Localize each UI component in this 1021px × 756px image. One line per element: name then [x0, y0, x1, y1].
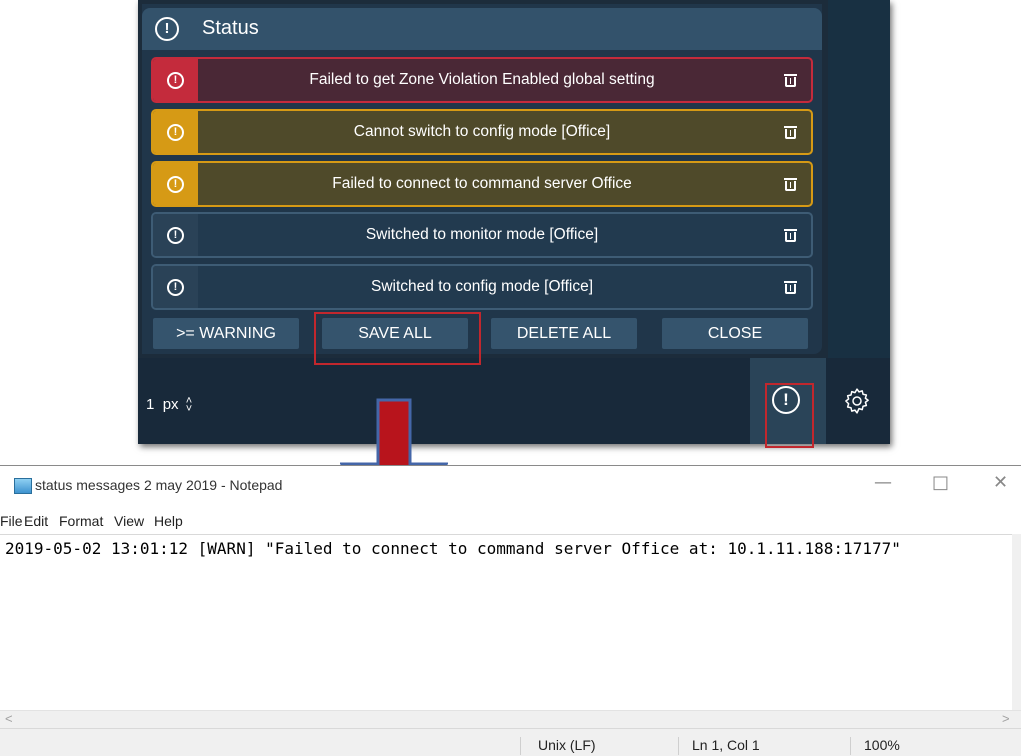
vertical-scrollbar[interactable]	[1012, 534, 1021, 710]
menu-edit[interactable]: Edit	[24, 513, 48, 529]
save-all-highlight	[314, 312, 481, 365]
info-severity-marker: !	[153, 214, 198, 256]
status-message: ! Cannot switch to config mode [Office]	[151, 109, 813, 155]
status-title: Status	[202, 17, 259, 39]
alert-circle-icon: !	[155, 17, 179, 41]
notepad-titlebar: status messages 2 may 2019 - Notepad — □…	[0, 466, 1021, 502]
status-header: ! Status	[142, 8, 822, 50]
alert-circle-icon: !	[167, 71, 184, 89]
line-ending: Unix (LF)	[538, 737, 596, 753]
size-unit: px	[162, 396, 179, 413]
alert-circle-icon: !	[167, 123, 184, 141]
trash-icon[interactable]	[784, 178, 797, 192]
status-toggle-highlight	[765, 383, 814, 448]
info-severity-marker: !	[153, 266, 198, 308]
error-severity-marker: !	[153, 59, 198, 101]
alert-circle-icon: !	[167, 278, 184, 296]
maximize-icon[interactable]: □	[932, 472, 949, 493]
trash-icon[interactable]	[784, 126, 797, 140]
menu-help[interactable]: Help	[154, 513, 183, 529]
status-message: ! Failed to connect to command server Of…	[151, 161, 813, 207]
minimize-icon[interactable]: —	[874, 472, 892, 493]
warning-severity-marker: !	[153, 111, 198, 153]
message-text: Failed to get Zone Violation Enabled glo…	[309, 71, 655, 88]
alert-circle-icon: !	[167, 226, 184, 244]
cursor-position: Ln 1, Col 1	[692, 737, 760, 753]
trash-icon[interactable]	[784, 229, 797, 243]
warning-filter-button[interactable]: >= WARNING	[153, 318, 299, 349]
menu-view[interactable]: View	[114, 513, 144, 529]
size-stepper[interactable]: 1 px ˄ ˅	[146, 396, 192, 415]
status-message: ! Failed to get Zone Violation Enabled g…	[151, 57, 813, 103]
message-text: Switched to monitor mode [Office]	[365, 226, 599, 243]
window-title: status messages 2 may 2019 - Notepad	[35, 477, 283, 493]
status-message: ! Switched to monitor mode [Office]	[151, 212, 813, 258]
status-panel: ! Status ! Failed to get Zone Violation …	[142, 4, 822, 354]
side-strip	[828, 0, 890, 358]
message-text: Failed to connect to command server Offi…	[332, 175, 632, 192]
trash-icon[interactable]	[784, 281, 797, 295]
text-editor[interactable]: 2019-05-02 13:01:12 [WARN] "Failed to co…	[0, 534, 1012, 711]
app-window: ! Status ! Failed to get Zone Violation …	[138, 0, 890, 448]
horizontal-scrollbar[interactable]: < >	[0, 710, 1021, 728]
scroll-right-icon[interactable]: >	[1002, 711, 1010, 726]
status-message: ! Switched to config mode [Office]	[151, 264, 813, 310]
close-button[interactable]: CLOSE	[662, 318, 808, 349]
status-bar: Unix (LF) Ln 1, Col 1 100%	[0, 728, 1021, 756]
warning-severity-marker: !	[153, 163, 198, 205]
alert-circle-icon: !	[167, 175, 184, 193]
message-text: Switched to config mode [Office]	[371, 278, 593, 295]
delete-all-button[interactable]: DELETE ALL	[491, 318, 637, 349]
stepper-arrows-icon[interactable]: ˄ ˅	[186, 396, 192, 415]
notepad-icon	[14, 478, 32, 494]
scroll-left-icon[interactable]: <	[5, 711, 13, 726]
gear-icon[interactable]	[842, 386, 872, 416]
trash-icon[interactable]	[784, 74, 797, 88]
editor-text[interactable]: 2019-05-02 13:01:12 [WARN] "Failed to co…	[5, 539, 901, 558]
menu-format[interactable]: Format	[59, 513, 103, 529]
zoom-level: 100%	[864, 737, 900, 753]
notepad-window: status messages 2 may 2019 - Notepad — □…	[0, 465, 1021, 756]
menu-file[interactable]: File	[0, 513, 23, 529]
message-text: Cannot switch to config mode [Office]	[353, 123, 611, 140]
close-icon[interactable]: ✕	[993, 472, 1008, 493]
size-value: 1	[146, 396, 155, 413]
